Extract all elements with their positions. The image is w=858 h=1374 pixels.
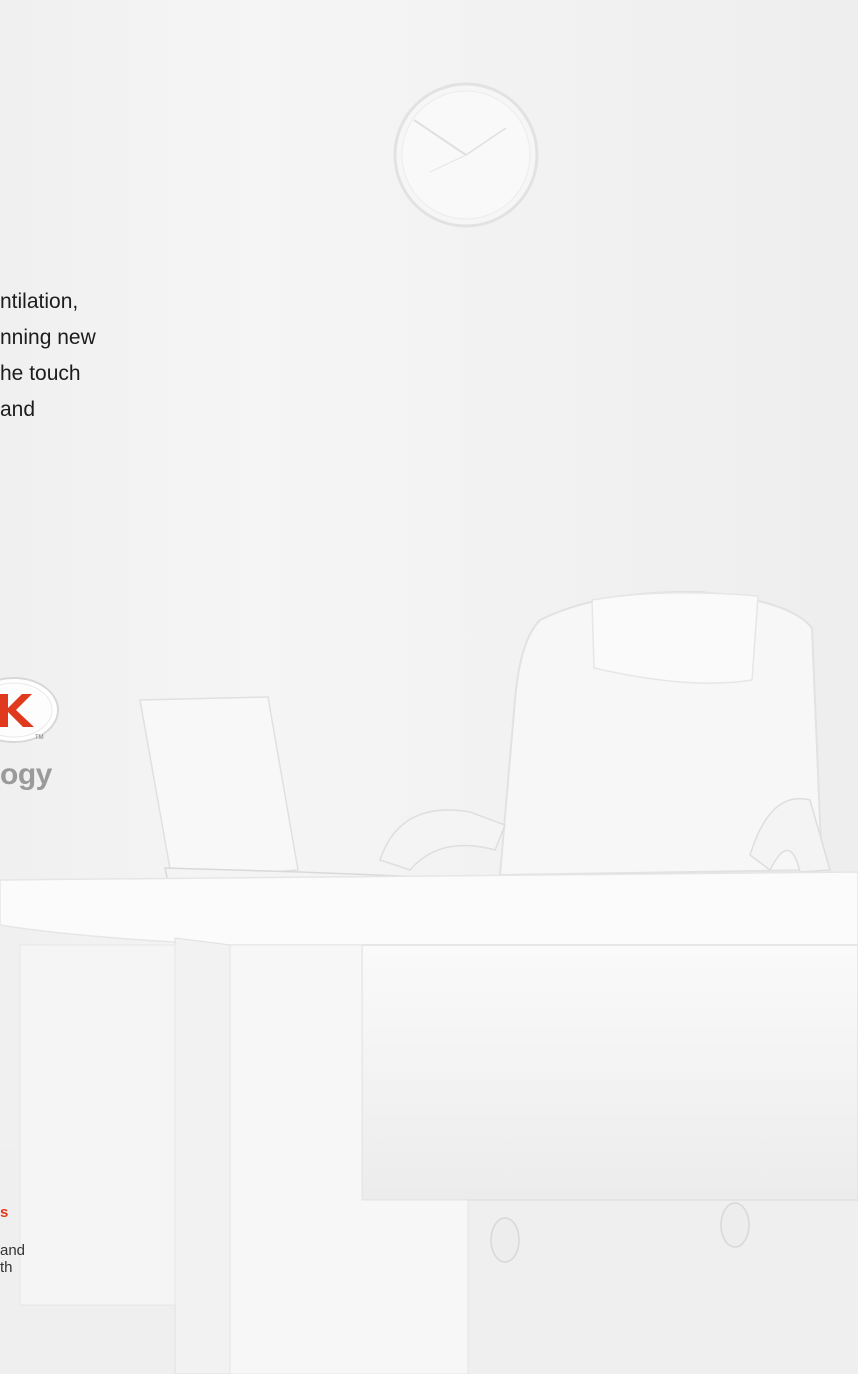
feature-description: and th xyxy=(0,1242,25,1276)
feature-line: and xyxy=(0,1242,26,1259)
office-background-image xyxy=(0,0,858,1374)
trademark-mark: TM xyxy=(35,735,44,741)
feature-line: th xyxy=(0,1259,13,1276)
intro-line: and xyxy=(0,398,36,421)
intro-line: ntilation, xyxy=(0,290,79,313)
intro-paragraph: ntilation, nning new he touch and xyxy=(0,284,96,428)
wall-clock-icon xyxy=(393,82,539,228)
brand-tagline: ogy xyxy=(0,758,52,791)
intro-line: nning new xyxy=(0,326,96,349)
intro-line: he touch xyxy=(0,362,81,385)
feature-heading: s xyxy=(0,1204,9,1221)
